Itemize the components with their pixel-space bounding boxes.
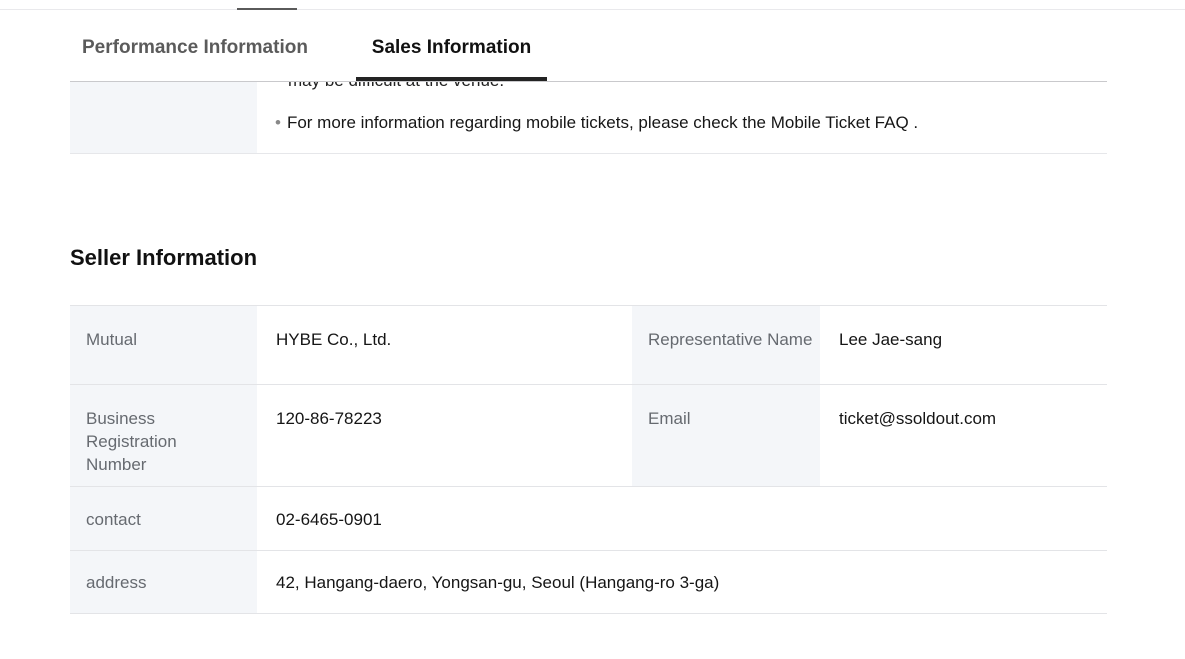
business-registration-value: 120-86-78223 [276,409,382,428]
address-value: 42, Hangang-daero, Yongsan-gu, Seoul (Ha… [276,573,720,592]
mutual-value: HYBE Co., Ltd. [276,330,392,349]
notice-block: may be difficult at the venue. • For more… [70,82,1107,154]
tab-sales-information[interactable]: Sales Information [356,18,547,82]
business-registration-label: Business Registration Number [70,385,257,486]
tab-performance-information[interactable]: Performance Information [70,18,333,82]
representative-label: Representative Name [632,306,820,384]
table-row: contact 02-6465-0901 [70,487,1107,551]
mobile-ticket-notice-text: For more information regarding mobile ti… [286,113,919,132]
table-row: Business Registration Number 120-86-7822… [70,385,1107,487]
bullet-icon: • [275,113,281,132]
page: Performance Information Sales Informatio… [0,0,1185,659]
notice-header-cell [70,82,257,153]
tab-sales-label: Sales Information [371,37,532,58]
mobile-ticket-notice: • For more information regarding mobile t… [275,113,918,133]
email-value: ticket@ssoldout.com [839,409,997,428]
contact-label: contact [70,487,257,550]
tab-performance-label: Performance Information [82,37,308,58]
email-label: Email [632,385,820,486]
contact-value: 02-6465-0901 [276,510,382,529]
mutual-label: Mutual [70,306,257,384]
address-label: address [70,551,257,613]
tab-bar: Performance Information Sales Informatio… [70,18,1107,82]
seller-section-title: Seller Information [70,245,258,270]
seller-table: Mutual HYBE Co., Ltd. Representative Nam… [70,305,1107,614]
representative-value: Lee Jae-sang [839,330,943,349]
notice-clipped-text: may be difficult at the venue. [288,82,504,91]
top-divider [0,9,1185,10]
top-indicator [237,8,297,10]
table-row: address 42, Hangang-daero, Yongsan-gu, S… [70,551,1107,614]
table-row: Mutual HYBE Co., Ltd. Representative Nam… [70,306,1107,385]
